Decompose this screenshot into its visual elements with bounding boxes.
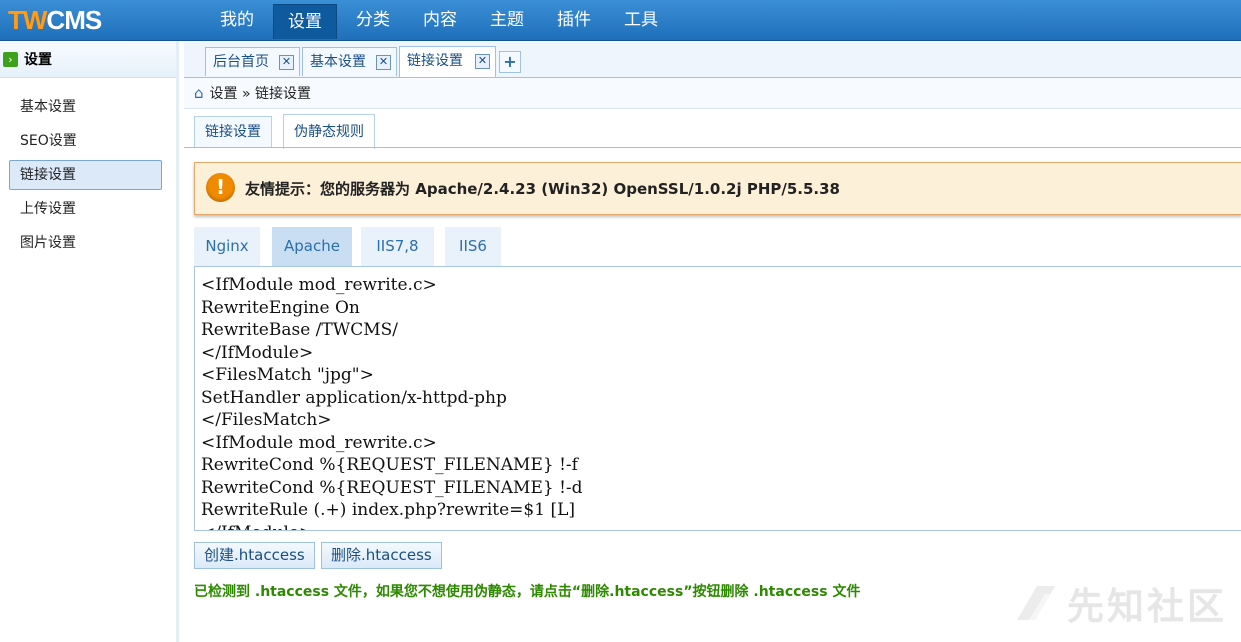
sidebar-item-images[interactable]: 图片设置 (9, 228, 162, 258)
close-icon[interactable]: ✕ (279, 55, 294, 70)
sidebar-item-seo[interactable]: SEO设置 (9, 126, 162, 156)
sidebar-title: 设置 (24, 52, 52, 68)
main-nav: 我的 设置 分类 内容 主题 插件 工具 (206, 0, 677, 40)
code-line: RewriteCond %{REQUEST_FILENAME} !-d (201, 477, 583, 498)
create-htaccess-button[interactable]: 创建.htaccess (194, 542, 315, 569)
nav-item-mine[interactable]: 我的 (206, 0, 268, 36)
tab-basic-settings[interactable]: 基本设置 ✕ (302, 47, 397, 76)
code-line: <IfModule mod_rewrite.c> (201, 275, 437, 295)
nav-item-content[interactable]: 内容 (409, 0, 471, 36)
tab-iis6[interactable]: IIS6 (445, 227, 501, 266)
warning-icon: ! (206, 173, 235, 202)
breadcrumb-text: 设置 » 链接设置 (209, 86, 311, 102)
nav-item-tools[interactable]: 工具 (610, 0, 672, 36)
logo-text-cms: CMS (46, 5, 102, 35)
tab-dashboard[interactable]: 后台首页 ✕ (205, 47, 300, 76)
code-line: <FilesMatch "jpg"> (201, 365, 374, 385)
tab-iis78[interactable]: IIS7,8 (361, 227, 434, 266)
subtab-link-settings[interactable]: 链接设置 (194, 116, 272, 148)
sidebar-item-upload[interactable]: 上传设置 (9, 194, 162, 224)
chevron-right-icon: › (3, 51, 18, 67)
server-notice: ! 友情提示：您的服务器为 Apache/2.4.23 (Win32) Open… (194, 162, 1241, 215)
nav-item-settings[interactable]: 设置 (273, 4, 337, 39)
close-icon[interactable]: ✕ (475, 54, 490, 69)
code-line: </FilesMatch> (201, 410, 332, 430)
add-tab-button[interactable]: + (499, 51, 521, 73)
nav-item-plugins[interactable]: 插件 (543, 0, 605, 36)
divider (184, 147, 1241, 148)
logo: TWCMS (8, 5, 102, 35)
delete-htaccess-button[interactable]: 删除.htaccess (321, 542, 442, 569)
code-line: RewriteCond %{REQUEST_FILENAME} !-f (201, 455, 578, 475)
watermark-text: 先知社区 (1067, 585, 1227, 628)
close-icon[interactable]: ✕ (376, 55, 391, 70)
watermark-logo-icon (1017, 586, 1055, 620)
sidebar: › 设置 基本设置 SEO设置 链接设置 上传设置 图片设置 (0, 41, 179, 642)
code-line: RewriteEngine On (201, 297, 360, 318)
tab-nginx[interactable]: Nginx (194, 227, 260, 266)
nav-item-category[interactable]: 分类 (342, 0, 404, 36)
rewrite-rules-textarea[interactable]: <IfModule mod_rewrite.c> RewriteEngine O… (194, 266, 1241, 531)
home-icon[interactable]: ⌂ (194, 84, 204, 102)
tab-label: 后台首页 (213, 54, 269, 70)
tab-apache[interactable]: Apache (272, 227, 352, 266)
top-navigation-bar: TWCMS 我的 设置 分类 内容 主题 插件 工具 (0, 0, 1241, 41)
subtab-rewrite-rules[interactable]: 伪静态规则 (283, 114, 375, 149)
code-line: </IfModule> (195, 522, 1241, 531)
breadcrumb: ⌂ 设置 » 链接设置 (184, 78, 1241, 109)
htaccess-status-text: 已检测到 .htaccess 文件，如果您不想使用伪静态，请点击“删除.htac… (194, 584, 861, 600)
code-line: </IfModule> (201, 342, 314, 363)
tab-link-settings[interactable]: 链接设置 ✕ (399, 46, 496, 77)
nav-item-theme[interactable]: 主题 (476, 0, 538, 36)
notice-text: 友情提示：您的服务器为 Apache/2.4.23 (Win32) OpenSS… (245, 180, 840, 198)
watermark: 先知社区 (1015, 576, 1227, 630)
code-line: SetHandler application/x-httpd-php (201, 387, 507, 408)
code-line: RewriteBase /TWCMS/ (201, 320, 399, 340)
tab-label: 链接设置 (407, 53, 463, 69)
sidebar-menu: 基本设置 SEO设置 链接设置 上传设置 图片设置 (0, 92, 176, 258)
code-line: RewriteRule (.+) index.php?rewrite=$1 [L… (201, 500, 576, 520)
tab-label: 基本设置 (310, 54, 366, 70)
sidebar-header: › 设置 (0, 41, 176, 78)
page-tabs: 后台首页 ✕ 基本设置 ✕ 链接设置 ✕ + (184, 41, 1241, 78)
sidebar-item-links[interactable]: 链接设置 (9, 160, 162, 190)
sidebar-item-basic[interactable]: 基本设置 (9, 92, 162, 122)
logo-text-tw: TW (8, 5, 47, 35)
main-content: 后台首页 ✕ 基本设置 ✕ 链接设置 ✕ + ⌂ 设置 » 链接设置 链接设置 … (184, 41, 1241, 642)
code-line: <IfModule mod_rewrite.c> (201, 432, 437, 453)
